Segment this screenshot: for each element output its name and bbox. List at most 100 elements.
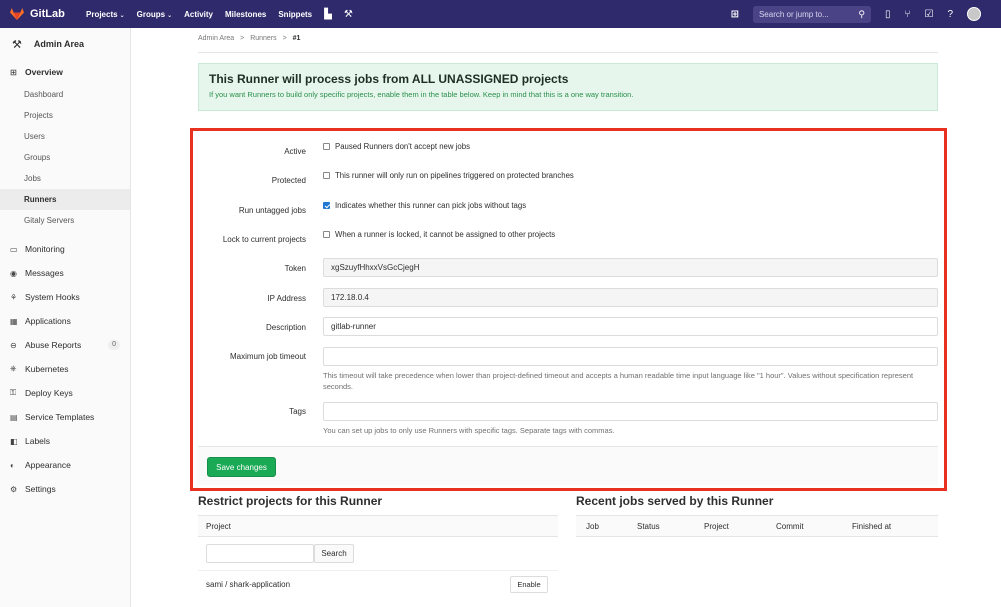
todos-icon[interactable]: ☑	[924, 9, 933, 20]
commit-column-header: Commit	[776, 522, 804, 531]
gitlab-logo[interactable]: GitLab	[10, 8, 74, 20]
project-search-button[interactable]: Search	[314, 544, 354, 563]
token-field[interactable]: xgSzuyfHhxxVsGcCjegH	[323, 258, 938, 277]
runner-scope-alert: This Runner will process jobs from ALL U…	[198, 63, 938, 111]
sidebar-item-label: Monitoring	[25, 244, 65, 254]
applications-icon: ▦	[10, 316, 18, 326]
save-changes-button[interactable]: Save changes	[207, 457, 276, 477]
merge-requests-icon[interactable]: ⑂	[904, 9, 910, 20]
run-untagged-help: Indicates whether this runner can pick j…	[335, 201, 527, 210]
sidebar-item-abuse-reports[interactable]: ⊖ Abuse Reports 0	[0, 333, 130, 357]
breadcrumb-admin-area[interactable]: Admin Area	[198, 35, 234, 42]
nav-activity[interactable]: Activity	[184, 10, 213, 19]
grid-icon: ⊞	[10, 67, 17, 77]
lock-checkbox[interactable]	[323, 231, 330, 238]
finished-at-column-header: Finished at	[852, 522, 892, 531]
sidebar-item-jobs[interactable]: Jobs	[0, 168, 130, 189]
form-actions: Save changes	[198, 446, 938, 485]
project-search-input[interactable]	[206, 544, 314, 563]
wrench-icon: ⚒	[12, 38, 22, 51]
max-timeout-field[interactable]	[323, 347, 938, 366]
sidebar-item-monitoring[interactable]: ▭ Monitoring	[0, 237, 130, 261]
sidebar-item-system-hooks[interactable]: ⚘ System Hooks	[0, 285, 130, 309]
protected-checkbox-row[interactable]: This runner will only run on pipelines t…	[323, 171, 574, 180]
active-checkbox-row[interactable]: Paused Runners don't accept new jobs	[323, 142, 470, 151]
new-item-plus-icon[interactable]: ⊞	[731, 9, 739, 20]
search-input[interactable]: Search or jump to... ⚲	[752, 5, 871, 23]
user-avatar[interactable]	[967, 7, 981, 21]
breadcrumb-current: #1	[292, 35, 301, 42]
protected-label: Protected	[271, 176, 306, 185]
chart-icon[interactable]: ▙	[324, 9, 332, 20]
nav-groups-label: Groups	[136, 9, 166, 19]
kubernetes-icon: ⎈	[10, 364, 17, 373]
nav-projects-label: Projects	[86, 9, 118, 19]
appearance-icon: ◐	[10, 460, 15, 470]
active-label: Active	[284, 147, 306, 156]
sidebar-item-labels[interactable]: ◧ Labels	[0, 429, 130, 453]
sidebar-item-label: Applications	[25, 316, 71, 326]
lock-checkbox-row[interactable]: When a runner is locked, it cannot be as…	[323, 230, 555, 239]
template-icon: ▤	[10, 412, 18, 422]
nav-projects[interactable]: Projects ⌄	[86, 10, 125, 19]
active-checkbox[interactable]	[323, 143, 330, 150]
sidebar-header[interactable]: ⚒ Admin Area	[0, 28, 130, 60]
sidebar-item-applications[interactable]: ▦ Applications	[0, 309, 130, 333]
ip-address-label: IP Address	[267, 294, 306, 303]
run-untagged-label: Run untagged jobs	[238, 206, 306, 215]
breadcrumb-separator: >	[282, 35, 287, 42]
breadcrumb-separator: >	[240, 35, 245, 42]
search-placeholder: Search or jump to...	[758, 9, 829, 19]
issues-icon[interactable]: ▯	[885, 9, 891, 20]
chevron-down-icon: ⌄	[119, 12, 125, 19]
description-field[interactable]: gitlab-runner	[323, 317, 938, 336]
breadcrumb-divider	[198, 52, 938, 53]
sidebar-item-label: Messages	[25, 268, 64, 278]
tags-field[interactable]	[323, 402, 938, 421]
count-badge: 0	[108, 340, 120, 350]
project-column-header: Project	[704, 522, 729, 531]
sidebar-item-groups[interactable]: Groups	[0, 147, 130, 168]
key-icon: ⚿	[10, 388, 17, 397]
settings-icon: ⚙	[10, 484, 18, 494]
sidebar-item-deploy-keys[interactable]: ⚿ Deploy Keys	[0, 381, 130, 405]
sidebar-item-overview[interactable]: ⊞ Overview	[0, 60, 130, 84]
protected-checkbox[interactable]	[323, 172, 330, 179]
monitor-icon: ▭	[10, 244, 18, 254]
gitlab-tanuki-icon	[10, 8, 24, 20]
runner-settings-form: Active Paused Runners don't accept new j…	[198, 133, 938, 485]
sidebar-item-label: Settings	[25, 484, 56, 494]
sidebar-item-label: Labels	[25, 436, 51, 446]
enable-project-button[interactable]: Enable	[510, 576, 548, 593]
sidebar-item-projects[interactable]: Projects	[0, 105, 130, 126]
help-icon[interactable]: ?	[947, 9, 953, 20]
sidebar-item-kubernetes[interactable]: ⎈ Kubernetes	[0, 357, 130, 381]
sidebar-item-settings[interactable]: ⚙ Settings	[0, 477, 130, 501]
sidebar-item-service-templates[interactable]: ▤ Service Templates	[0, 405, 130, 429]
token-label: Token	[284, 264, 306, 273]
sidebar-item-messages[interactable]: ◉ Messages	[0, 261, 130, 285]
abuse-icon: ⊖	[10, 340, 17, 350]
project-name[interactable]: sami / shark-application	[206, 580, 290, 589]
project-column-header: Project	[206, 522, 231, 531]
sidebar-header-label: Admin Area	[33, 39, 85, 49]
ip-address-field[interactable]: 172.18.0.4	[323, 288, 938, 307]
sidebar-item-label: Kubernetes	[25, 364, 69, 374]
breadcrumb-runners[interactable]: Runners	[250, 35, 276, 42]
run-untagged-checkbox[interactable]	[323, 202, 330, 209]
protected-help: This runner will only run on pipelines t…	[335, 171, 574, 180]
sidebar-item-appearance[interactable]: ◐ Appearance	[0, 453, 130, 477]
sidebar-item-dashboard[interactable]: Dashboard	[0, 84, 130, 105]
sidebar-item-runners[interactable]: Runners	[0, 189, 130, 210]
nav-milestones[interactable]: Milestones	[225, 10, 266, 19]
sidebar-item-gitaly-servers[interactable]: Gitaly Servers	[0, 210, 130, 231]
tags-help: You can set up jobs to only use Runners …	[323, 426, 615, 435]
sidebar-item-users[interactable]: Users	[0, 126, 130, 147]
nav-snippets[interactable]: Snippets	[278, 10, 312, 19]
active-help: Paused Runners don't accept new jobs	[335, 142, 470, 151]
max-timeout-help: This timeout will take precedence when l…	[323, 371, 914, 391]
wrench-icon[interactable]: ⚒	[344, 9, 353, 20]
nav-groups[interactable]: Groups ⌄	[137, 10, 172, 19]
run-untagged-checkbox-row[interactable]: Indicates whether this runner can pick j…	[323, 201, 526, 210]
table-row: sami / shark-application Enable	[198, 570, 558, 598]
